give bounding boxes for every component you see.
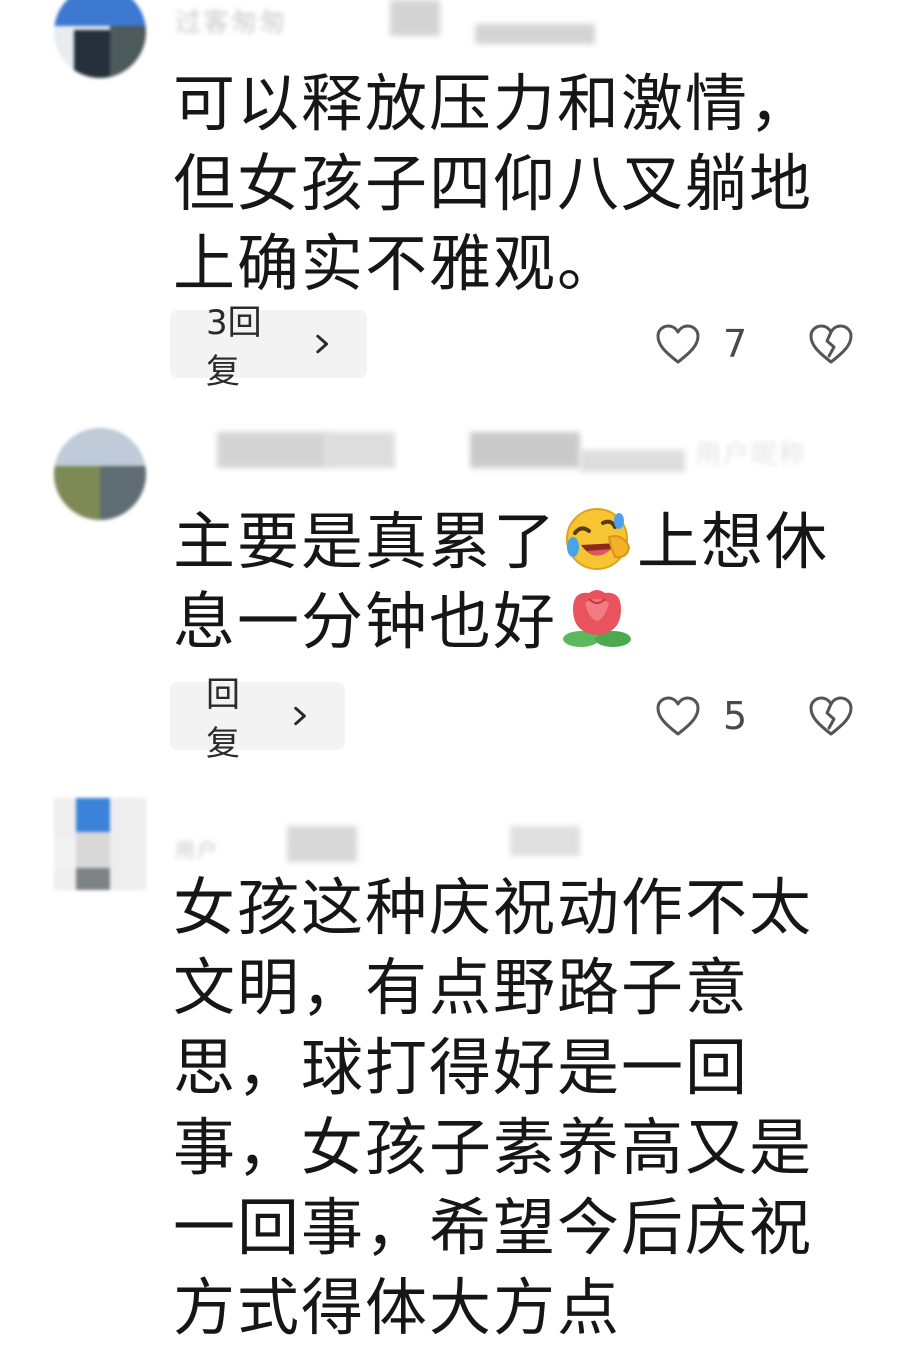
rose-flower-emoji — [563, 590, 632, 647]
avatar[interactable] — [54, 428, 146, 520]
like-button[interactable]: 5 — [655, 682, 747, 750]
avatar[interactable] — [54, 798, 146, 890]
chevron-right-icon — [315, 334, 328, 354]
avatar[interactable] — [54, 0, 146, 78]
reply-label: 3回复 — [206, 303, 262, 392]
like-count: 7 — [723, 322, 748, 366]
broken-heart-icon — [809, 696, 853, 736]
view-replies-button[interactable]: 3回复 — [170, 303, 367, 392]
username[interactable]: 用户 — [175, 834, 219, 863]
rolling-on-floor-laughing-emoji — [566, 508, 631, 570]
username-row[interactable]: 用户 — [175, 826, 695, 866]
heart-outline-icon — [656, 324, 700, 364]
heart-outline-icon — [656, 696, 700, 736]
username-row[interactable]: 过客匆匆 — [175, 0, 695, 44]
username-row[interactable]: 用户昵称 — [175, 432, 805, 472]
comment-text: 女孩这种庆祝动作不太文明，有点野路子意思，球打得好是一回事，女孩子素养高又是一回… — [173, 871, 814, 1344]
comment-text: 主要是真累了 上想休息一分钟也好 — [173, 505, 830, 658]
broken-heart-icon — [809, 324, 853, 364]
dislike-button[interactable] — [808, 310, 854, 378]
username[interactable]: 过客匆匆 — [175, 2, 287, 39]
like-count: 5 — [723, 694, 748, 738]
chevron-right-icon — [294, 706, 306, 726]
comment-text: 可以释放压力和激情，但女孩子四仰八叉躺地上确实不雅观。 — [173, 67, 814, 300]
reply-label: 回复 — [206, 675, 240, 764]
like-button[interactable]: 7 — [655, 310, 747, 378]
dislike-button[interactable] — [808, 682, 854, 750]
reply-button[interactable]: 回复 — [170, 675, 345, 764]
username[interactable]: 用户昵称 — [695, 434, 807, 471]
